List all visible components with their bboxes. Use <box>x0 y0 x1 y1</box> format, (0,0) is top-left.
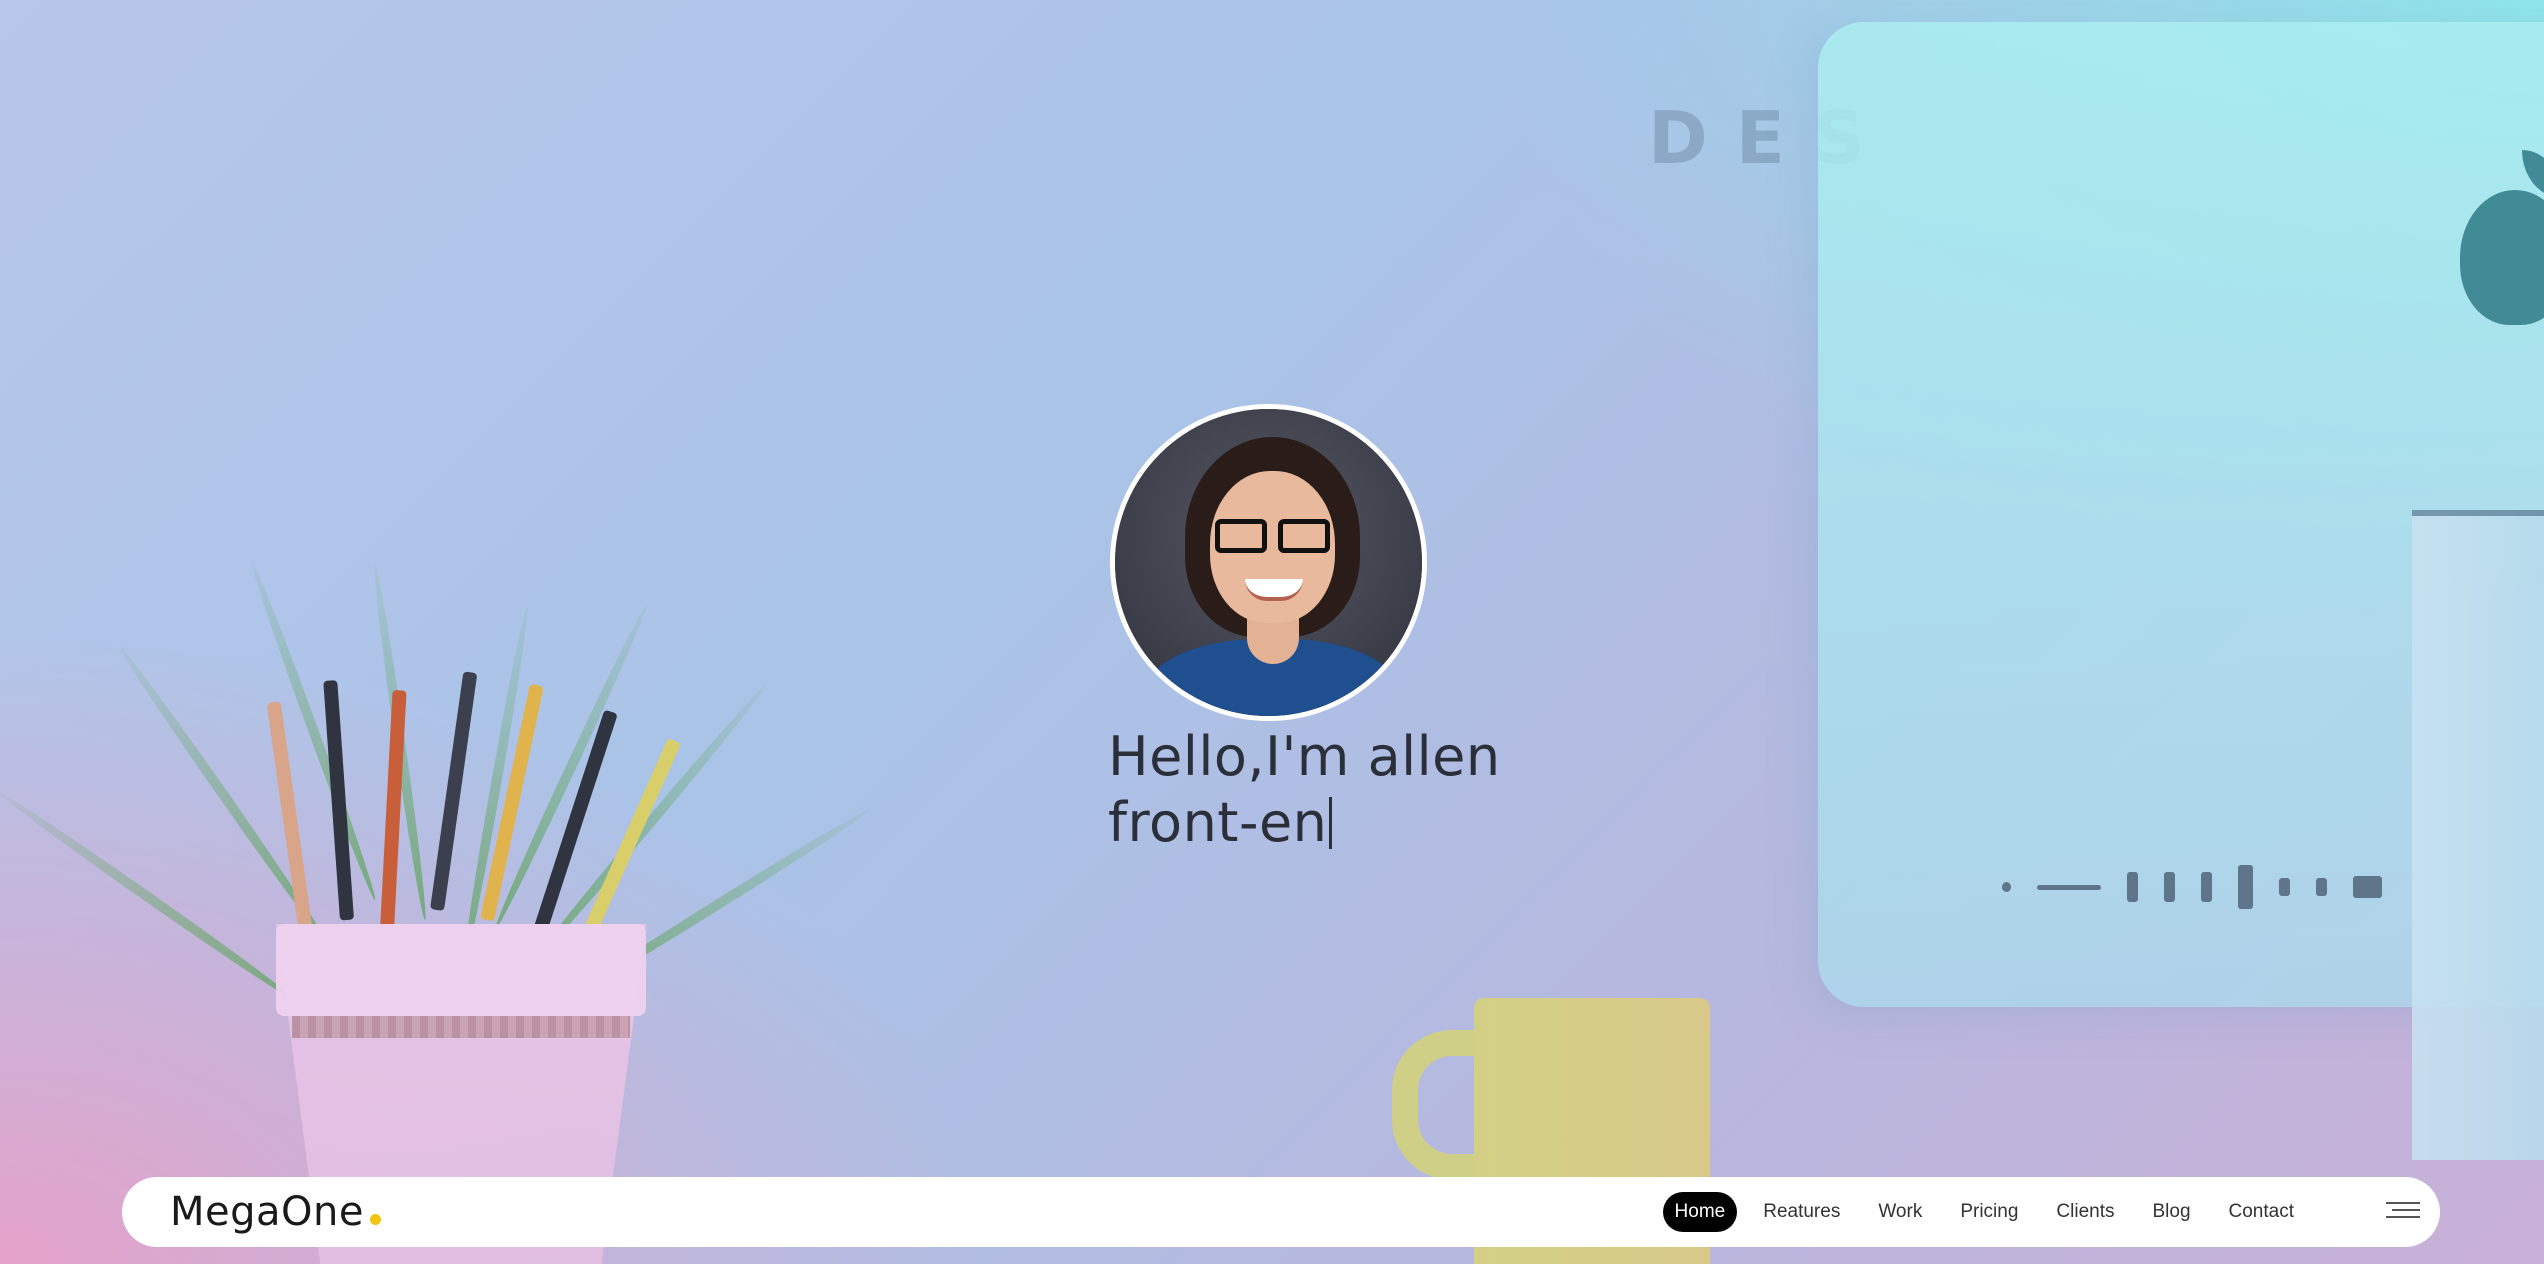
nav-link-blog[interactable]: Blog <box>2140 1192 2202 1232</box>
hero-greeting: Hello,I'm allen front-en <box>1108 724 1708 856</box>
site-logo[interactable]: MegaOne <box>170 1189 381 1235</box>
typing-cursor <box>1329 797 1333 849</box>
logo-dot-icon <box>369 1214 381 1225</box>
nav-right: Home Reatures Work Pricing Clients Blog … <box>1662 1192 2420 1232</box>
typed-text: front-en <box>1108 791 1328 854</box>
nav-link-home[interactable]: Home <box>1662 1192 1738 1232</box>
nav-link-work[interactable]: Work <box>1866 1192 1934 1232</box>
nav-link-clients[interactable]: Clients <box>2044 1192 2126 1232</box>
background-plant-pot-rope <box>292 1016 630 1038</box>
greeting-line-2: front-en <box>1108 790 1708 856</box>
glasses-icon <box>1215 519 1330 553</box>
hamburger-menu-icon[interactable] <box>2386 1202 2420 1222</box>
logo-text: MegaOne <box>170 1189 364 1235</box>
profile-avatar <box>1110 404 1427 721</box>
hero-section: DES Hello,I'm allen front-en MegaOne Hom… <box>0 0 2544 1264</box>
bottom-navbar: MegaOne Home Reatures Work Pricing Clien… <box>122 1177 2440 1247</box>
nav-link-pricing[interactable]: Pricing <box>1948 1192 2030 1232</box>
background-monitor-ports <box>2002 862 2383 912</box>
background-plant-pot-rim <box>276 924 646 1016</box>
nav-link-features[interactable]: Reatures <box>1751 1192 1852 1232</box>
background-plant <box>0 560 873 1005</box>
background-monitor-stand <box>2412 510 2544 1160</box>
greeting-line-1: Hello,I'm allen <box>1108 725 1501 788</box>
nav-link-contact[interactable]: Contact <box>2217 1192 2306 1232</box>
nav-links: Home Reatures Work Pricing Clients Blog … <box>1662 1192 2306 1232</box>
